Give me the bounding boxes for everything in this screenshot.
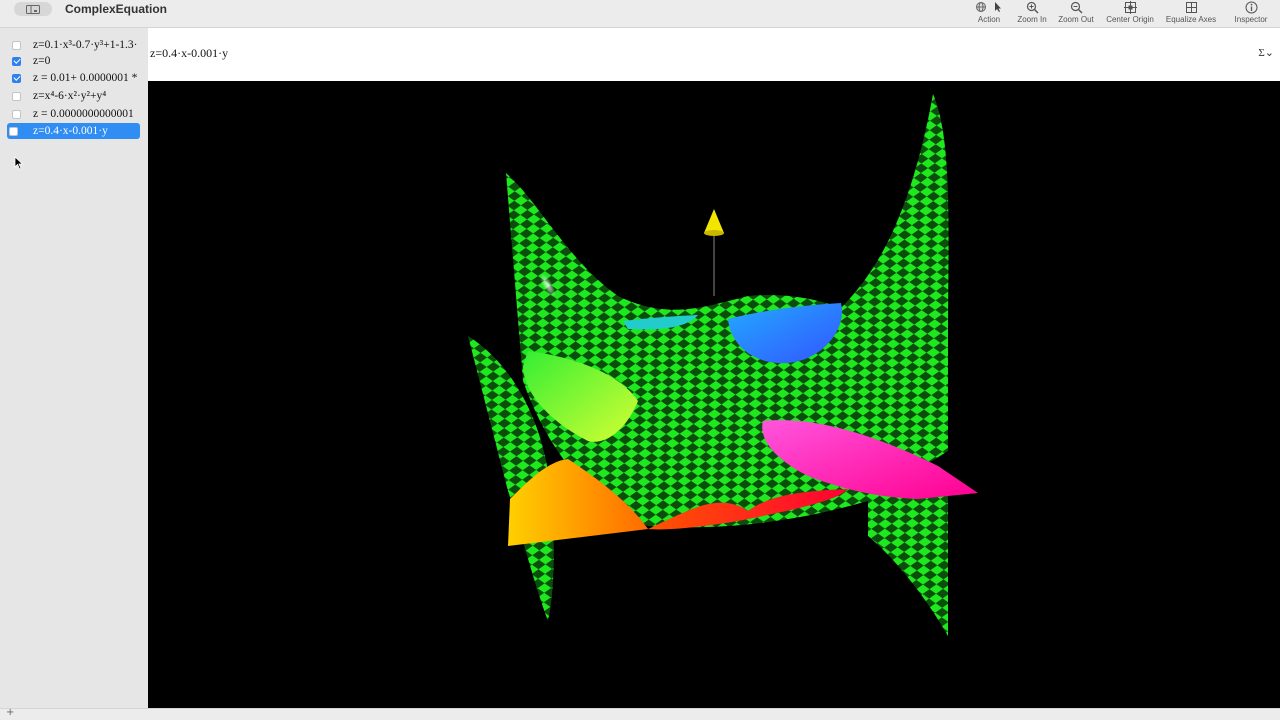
globe-icon [976, 2, 986, 12]
inspector-button[interactable]: Inspector [1231, 0, 1271, 28]
equation-visibility-checkbox[interactable] [12, 109, 21, 119]
equation-row[interactable]: z=0 [7, 53, 148, 69]
mouse-pointer-icon [14, 156, 24, 170]
center-origin-icon [1123, 0, 1137, 14]
action-button[interactable]: Action [968, 0, 1010, 28]
zoom-in-label: Zoom In [1017, 15, 1047, 24]
graph-3d-viewport[interactable] [148, 81, 1280, 708]
action-label: Action [977, 15, 1001, 24]
equation-row[interactable]: z=0.1·x³-0.7·y³+1-1.3· [7, 37, 148, 53]
equation-visibility-checkbox[interactable] [12, 40, 21, 50]
equation-visibility-checkbox[interactable] [12, 56, 21, 66]
window-title: ComplexEquation [65, 2, 168, 16]
equation-editor[interactable]: z=0.4·x-0.001·y Σ⌄ [148, 28, 1280, 81]
equation-row-selected[interactable]: z=0.4·x-0.001·y [7, 123, 140, 139]
equation-label: z=x⁴-6·x²·y²+y⁴ [33, 90, 107, 102]
sigma-menu-button[interactable]: Σ⌄ [1258, 46, 1274, 59]
equation-row[interactable]: z = 0.0000000000001 [7, 106, 148, 122]
inspector-icon [1245, 1, 1257, 13]
equalize-axes-label: Equalize Axes [1165, 15, 1217, 24]
equation-label: z = 0.01+ 0.0000001 * [33, 72, 138, 84]
zoom-in-icon [1026, 1, 1038, 13]
equation-visibility-checkbox[interactable] [12, 73, 21, 83]
pointer-icon [995, 2, 1001, 12]
bottom-bar: + [0, 707, 1280, 720]
equation-label: z = 0.0000000000001 [33, 108, 134, 120]
equation-label: z=0 [33, 55, 51, 67]
toolbar: ComplexEquation Action Zoom In Zoom Out … [0, 0, 1280, 28]
zoom-out-icon [1070, 1, 1082, 13]
add-equation-icon[interactable]: + [6, 707, 14, 718]
equation-label: z=0.4·x-0.001·y [33, 125, 108, 137]
zoom-in-button[interactable]: Zoom In [1013, 0, 1051, 28]
sidebar-icon [26, 4, 40, 14]
equation-row[interactable]: z = 0.01+ 0.0000001 * [7, 70, 148, 86]
equation-row[interactable]: z=x⁴-6·x²·y²+y⁴ [7, 88, 148, 104]
surface-right-lower-sheet [868, 476, 948, 636]
surface-plot[interactable] [148, 81, 1280, 708]
equation-editor-text[interactable]: z=0.4·x-0.001·y [150, 46, 228, 61]
z-axis-arrowhead-icon [704, 209, 724, 233]
equation-visibility-checkbox[interactable] [12, 91, 21, 101]
equation-label: z=0.1·x³-0.7·y³+1-1.3· [33, 39, 138, 51]
zoom-out-button[interactable]: Zoom Out [1055, 0, 1097, 28]
z-axis-arrowhead-base [704, 230, 724, 236]
zoom-out-label: Zoom Out [1058, 15, 1094, 24]
equation-visibility-checkbox[interactable] [9, 126, 18, 136]
equation-sidebar: z=0.1·x³-0.7·y³+1-1.3· z=0 z = 0.01+ 0.0… [0, 28, 148, 708]
sidebar-toggle-button[interactable] [14, 2, 52, 16]
equalize-axes-button[interactable]: Equalize Axes [1163, 0, 1219, 28]
inspector-label: Inspector [1234, 15, 1268, 24]
center-origin-label: Center Origin [1106, 15, 1154, 24]
center-origin-button[interactable]: Center Origin [1103, 0, 1157, 28]
equalize-axes-icon [1185, 1, 1197, 13]
